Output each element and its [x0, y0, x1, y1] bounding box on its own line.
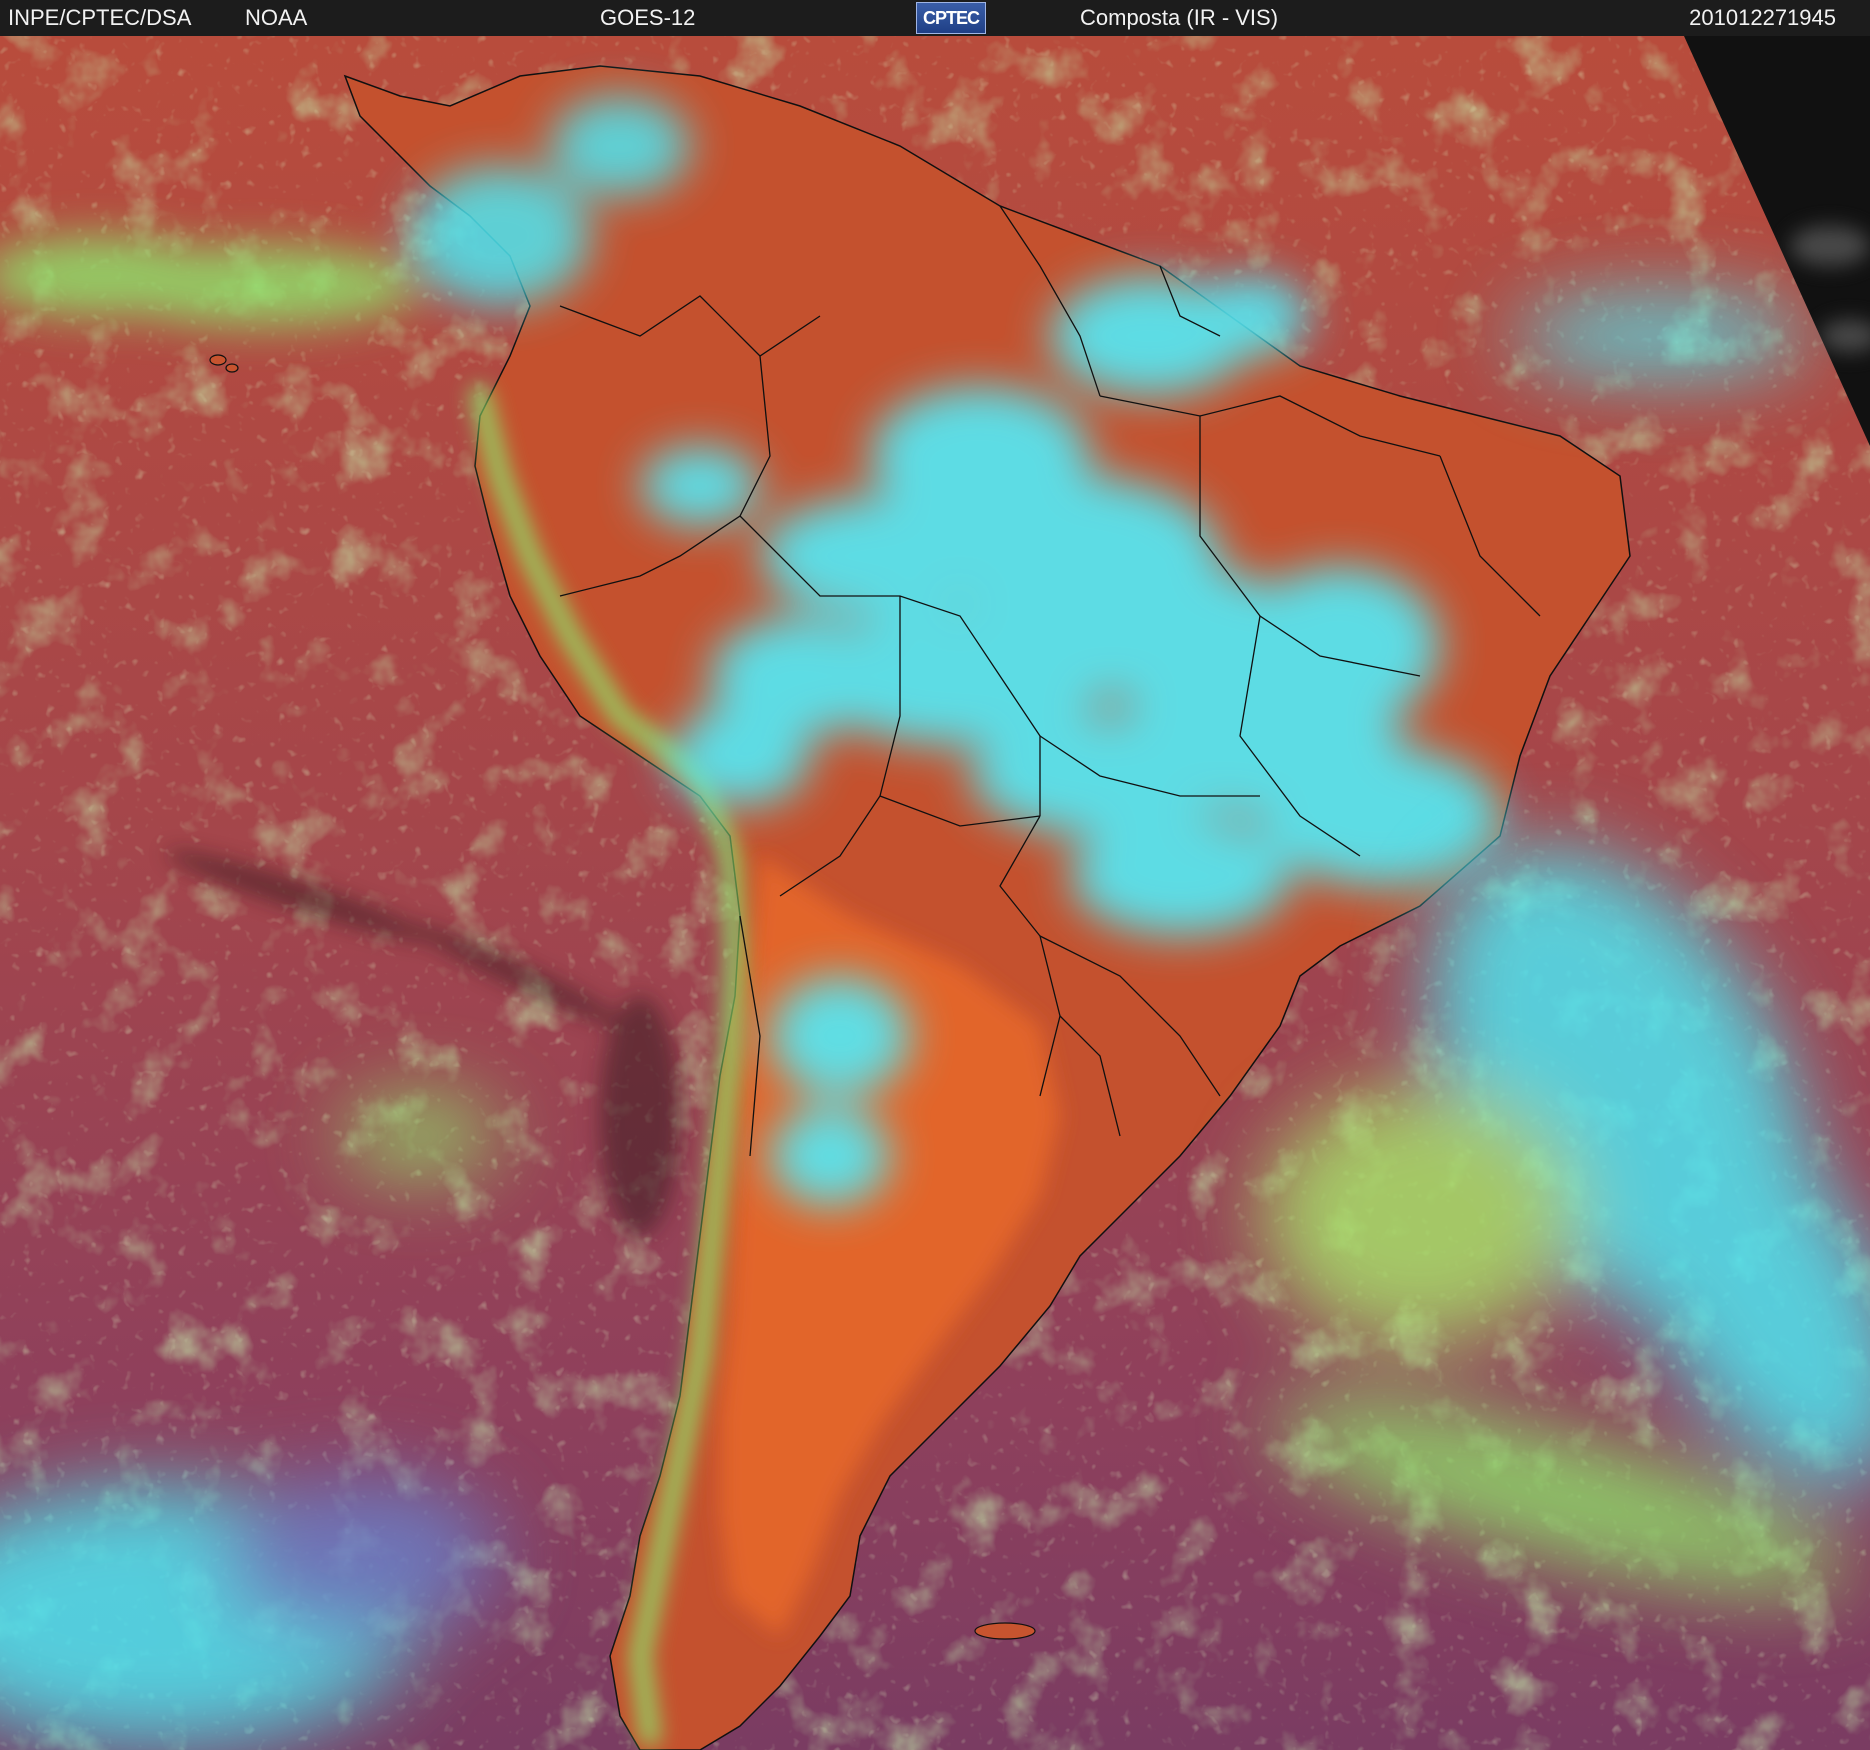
partner-label: NOAA: [245, 5, 308, 30]
satellite-viewer: INPE/CPTEC/DSA NOAA GOES-12 CPTEC Compos…: [0, 0, 1870, 1750]
product-label: Composta (IR - VIS): [1080, 5, 1279, 30]
agency-label: INPE/CPTEC/DSA: [8, 5, 192, 30]
header-bar: INPE/CPTEC/DSA NOAA GOES-12 CPTEC Compos…: [0, 0, 1870, 36]
cptec-logo: CPTEC: [916, 2, 986, 34]
satellite-label: GOES-12: [600, 5, 696, 30]
timestamp-label: 201012271945: [1689, 5, 1836, 30]
satellite-image-canvas: [0, 36, 1870, 1750]
cptec-logo-text: CPTEC: [922, 8, 980, 28]
satellite-composite-image: [0, 36, 1870, 1750]
